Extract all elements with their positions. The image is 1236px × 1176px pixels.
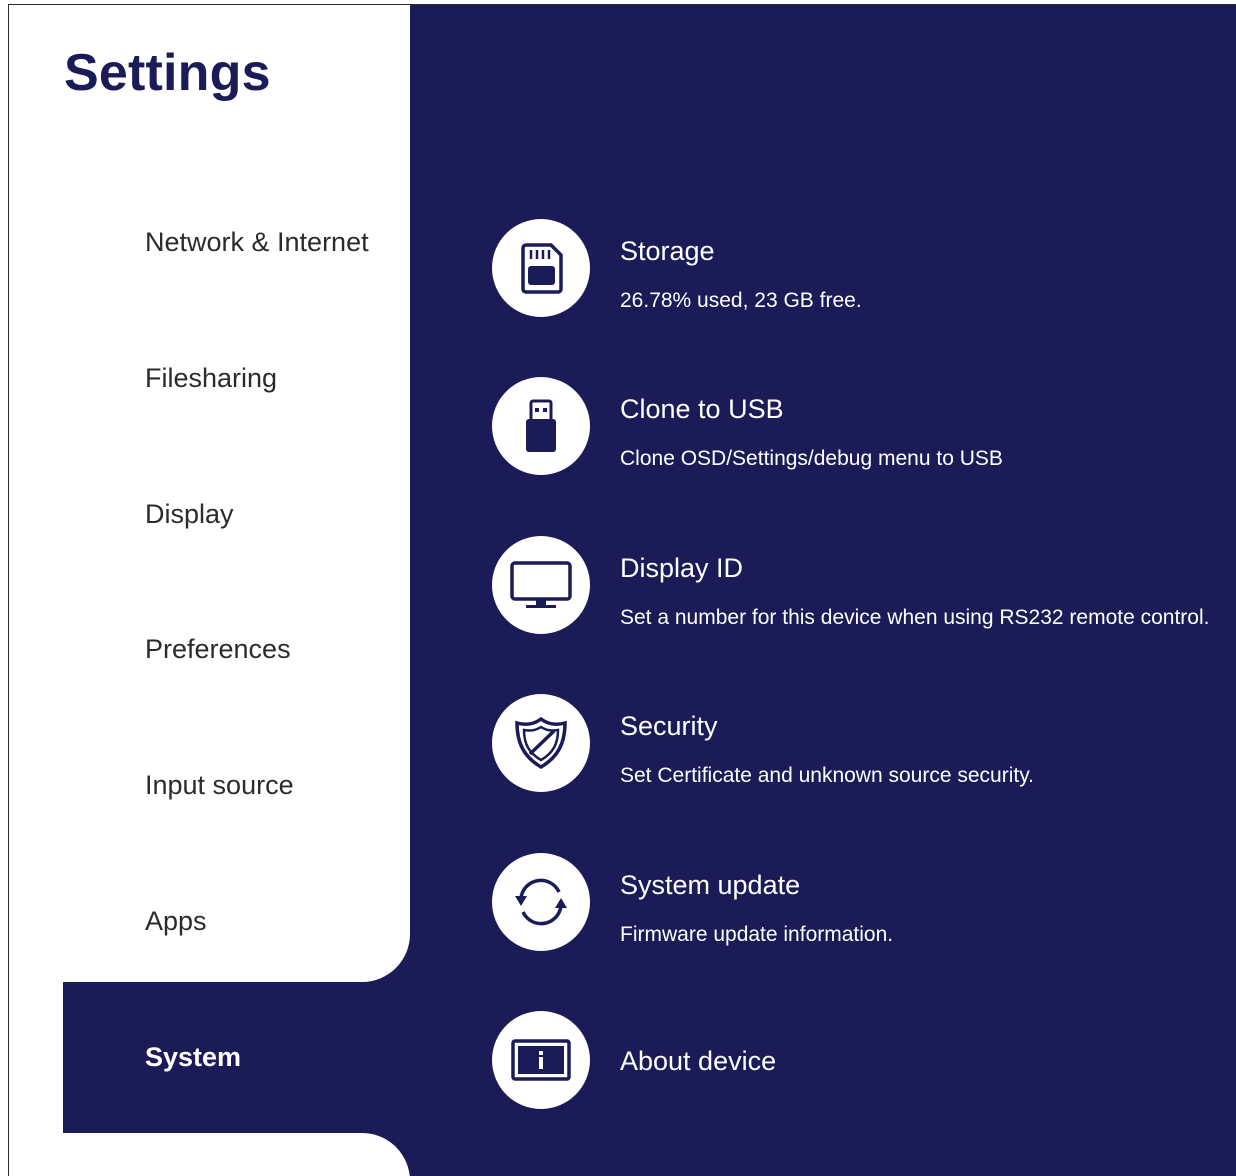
sidebar-item-display[interactable]: Display [145,499,234,530]
clone-to-usb-title: Clone to USB [620,394,784,424]
security-title: Security [620,711,718,741]
storage-description: 26.78% used, 23 GB free. [620,289,862,312]
storage-title: Storage [620,236,715,266]
settings-item-about-device[interactable]: About device [9,1011,1236,1111]
sidebar-item-preferences[interactable]: Preferences [145,634,291,665]
system-update-description: Firmware update information. [620,923,894,946]
security-description: Set Certificate and unknown source secur… [620,764,1034,787]
sd-card-icon [492,219,590,317]
sidebar-panel-footer [9,1133,410,1176]
usb-drive-icon [492,377,590,475]
settings-item-security[interactable]: Security Set Certificate and unknown sou… [9,694,1236,794]
settings-item-system-update[interactable]: System update Firmware update informatio… [9,853,1236,953]
settings-window: Settings Network & Internet Filesharing … [8,4,1236,1176]
monitor-icon [492,536,590,634]
page-title: Settings [64,44,271,102]
system-update-title: System update [620,870,801,900]
about-device-title: About device [620,1046,777,1076]
settings-item-storage[interactable]: Storage 26.78% used, 23 GB free. [9,219,1236,319]
shield-icon [492,694,590,792]
sidebar-panel [9,5,410,982]
settings-item-clone-to-usb[interactable]: Clone to USB Clone OSD/Settings/debug me… [9,377,1236,477]
display-id-description: Set a number for this device when using … [620,606,1210,629]
info-icon [492,1011,590,1109]
clone-to-usb-description: Clone OSD/Settings/debug menu to USB [620,447,1003,470]
display-id-title: Display ID [620,553,744,583]
sync-icon [492,853,590,951]
settings-item-display-id[interactable]: Display ID Set a number for this device … [9,536,1236,636]
